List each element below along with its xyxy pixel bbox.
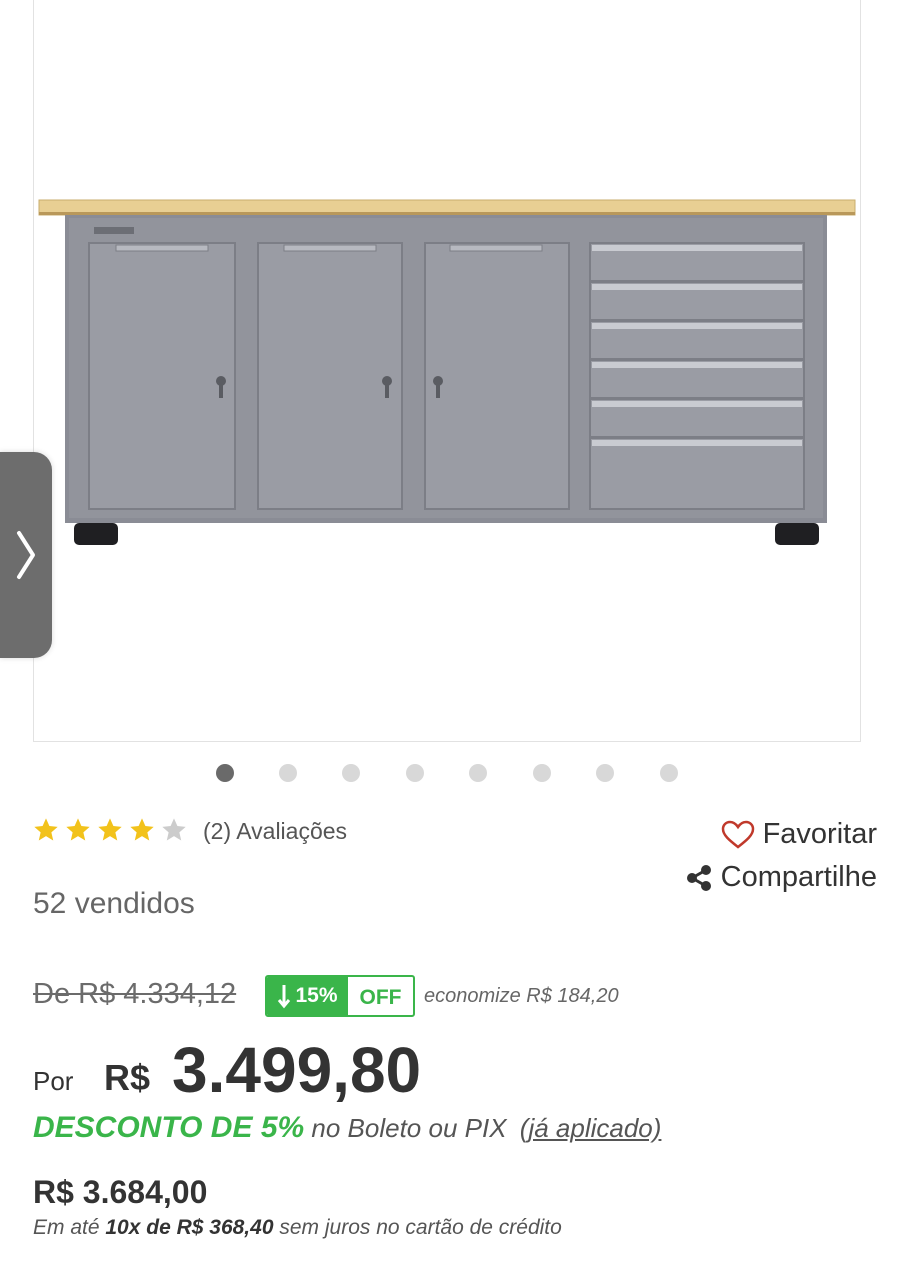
discount-percent: 15% [295,984,338,1007]
gallery-dot[interactable] [216,764,234,782]
star-filled-icon [98,818,122,841]
share-icon [686,864,711,891]
star-filled-icon [130,818,154,841]
favorite-label: Favoritar [762,818,877,850]
installments-value: 10x de R$ 368,40 [105,1216,274,1239]
discount-line: DESCONTO DE 5% no Boleto ou PIX (já apli… [33,1111,661,1145]
discount-highlight: DESCONTO DE 5% [33,1111,305,1144]
discount-percent-box: 15% [267,977,348,1015]
star-filled-icon [34,818,58,841]
share-button[interactable]: Compartilhe [685,861,877,894]
price-prefix: Por [33,1066,74,1096]
star-empty-icon [162,818,186,841]
gallery-dot[interactable] [406,764,424,782]
gallery-dot[interactable] [342,764,360,782]
favorite-button[interactable]: Favoritar [721,818,877,851]
card-price: R$ 3.684,00 [33,1174,208,1210]
gallery-dots [0,764,910,782]
gallery-dot[interactable] [533,764,551,782]
off-label: OFF [359,986,402,1009]
old-price: De R$ 4.334,12 [33,978,237,1010]
gallery-next-button[interactable] [0,452,52,658]
chevron-right-icon [17,531,35,579]
product-image[interactable] [34,0,861,742]
rating-stars[interactable] [32,816,188,844]
installments-text: Em até 10x de R$ 368,40 sem juros no car… [33,1216,562,1240]
discount-method: no Boleto ou PIX [311,1113,507,1143]
arrow-down-icon [278,985,291,1009]
gallery-dot[interactable] [469,764,487,782]
installments-suffix: sem juros no cartão de crédito [279,1216,562,1239]
sold-count: 52 vendidos [33,887,195,920]
discount-badge: 15% OFF [265,975,415,1017]
star-filled-icon [66,818,90,841]
gallery-dot[interactable] [660,764,678,782]
savings-text: economize R$ 184,20 [424,985,619,1007]
discount-applied-link[interactable]: (já aplicado) [520,1113,662,1143]
gallery-dot[interactable] [279,764,297,782]
share-label: Compartilhe [720,861,877,893]
current-price: 3.499,80 [172,1034,422,1106]
gallery-dot[interactable] [596,764,614,782]
price-currency: R$ [104,1057,151,1098]
product-gallery[interactable] [33,0,861,742]
installments-prefix: Em até [33,1216,100,1239]
heart-icon [721,820,754,849]
reviews-link[interactable]: (2) Avaliações [203,818,347,845]
